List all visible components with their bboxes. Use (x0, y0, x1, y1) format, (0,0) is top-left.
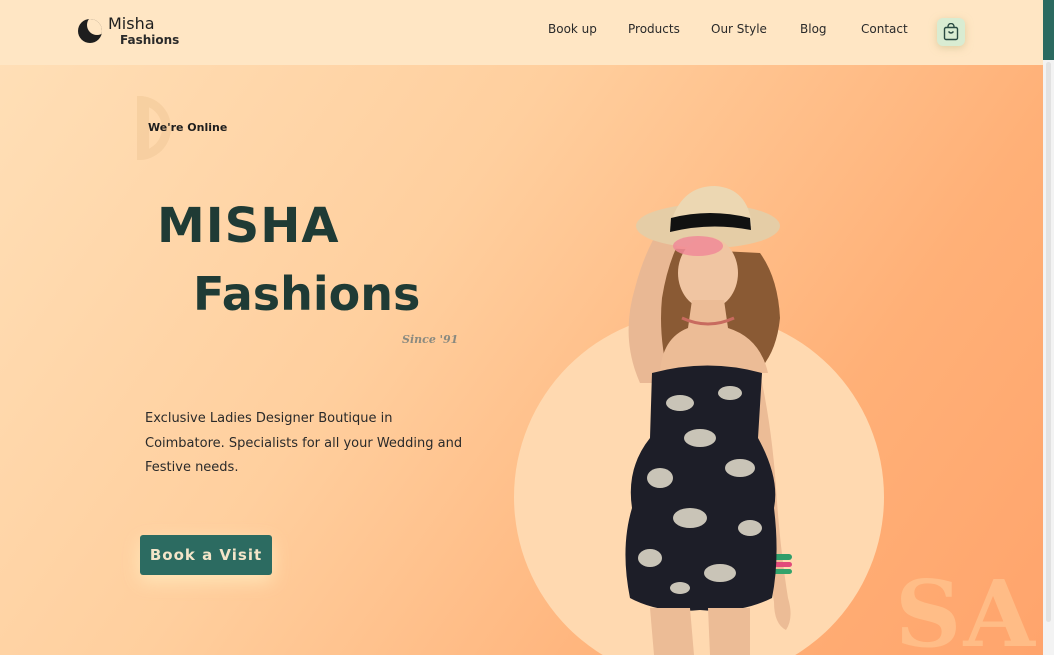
since-tagline: Since '91 (402, 333, 459, 346)
online-status-label: We're Online (148, 121, 228, 134)
brand-name-line1: Misha (108, 14, 155, 33)
cart-button[interactable] (937, 18, 965, 46)
top-navbar: Misha Fashions Book up Products Our Styl… (0, 0, 1043, 65)
nav-item-our-style[interactable]: Our Style (711, 22, 767, 36)
brand-logo[interactable]: Misha Fashions (78, 14, 188, 50)
book-visit-button[interactable]: Book a Visit (140, 535, 272, 575)
decorative-watermark-text: SA (895, 560, 1037, 655)
brand-name-line2: Fashions (120, 33, 180, 47)
nav-item-blog[interactable]: Blog (800, 22, 827, 36)
nav-item-contact[interactable]: Contact (861, 22, 908, 36)
hero-description: Exclusive Ladies Designer Boutique in Co… (145, 411, 463, 475)
model-photo (625, 186, 792, 655)
nav-item-book-up[interactable]: Book up (548, 22, 597, 36)
shopping-bag-icon (943, 23, 959, 41)
crescent-moon-icon (78, 19, 102, 43)
hero-title-line2: Fashions (193, 267, 421, 321)
scrollbar[interactable] (1043, 0, 1054, 655)
page: Misha Fashions Book up Products Our Styl… (0, 0, 1043, 655)
nav-item-products[interactable]: Products (628, 22, 680, 36)
hero-title-line1: MISHA (157, 198, 340, 254)
scrollbar-accent (1043, 0, 1054, 60)
scrollbar-thumb[interactable] (1046, 62, 1051, 622)
